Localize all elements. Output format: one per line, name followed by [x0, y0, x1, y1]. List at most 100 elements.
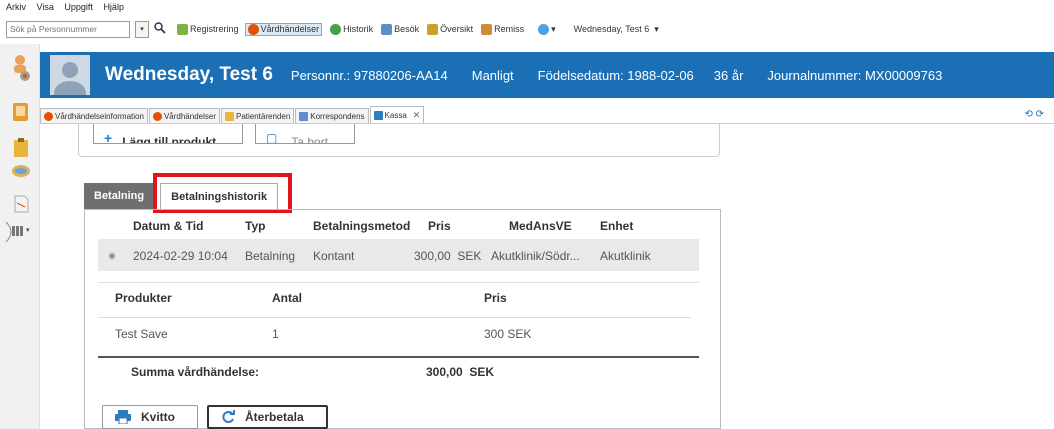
- history-icon: [330, 23, 342, 35]
- tab-label: Kassa: [384, 110, 407, 120]
- link-icon: [538, 23, 550, 35]
- cell-enhet: Akutklinik: [600, 249, 651, 263]
- divider: [98, 317, 691, 318]
- add-product-label: Lägg till produkt: [122, 135, 217, 144]
- tab-label: Patientärenden: [236, 111, 291, 121]
- window-controls-icon[interactable]: ⟲ ⟳: [1024, 109, 1044, 120]
- chevron-down-icon: ▾: [654, 23, 659, 34]
- toolbar-registrering[interactable]: Registrering: [177, 23, 239, 35]
- vardhandelse-icon: [44, 111, 53, 121]
- patient-name: Wednesday, Test 6: [105, 64, 273, 85]
- toolbar-label: Vårdhändelser: [260, 24, 320, 34]
- summary-divider: [98, 356, 699, 358]
- cash-register-icon: [373, 110, 383, 120]
- svg-text:▾: ▾: [26, 227, 30, 234]
- tab-korrespondens[interactable]: Korrespondens: [295, 108, 369, 123]
- tab-label: Vårdhändelser: [163, 111, 216, 121]
- patient-header: Wednesday, Test 6 Personnr.: 97880206-AA…: [40, 52, 1054, 98]
- close-icon[interactable]: ✕: [413, 110, 421, 121]
- products-header-antal: Antal: [272, 291, 302, 305]
- product-price: 300 SEK: [484, 327, 532, 341]
- summary-label: Summa vårdhändelse:: [131, 365, 260, 379]
- tab-betalning[interactable]: Betalning: [84, 183, 155, 209]
- col-header-pris[interactable]: Pris: [428, 219, 451, 233]
- book-icon[interactable]: [11, 102, 31, 122]
- kvitto-label: Kvitto: [141, 410, 175, 424]
- document-icon[interactable]: [11, 194, 31, 214]
- col-header-betalningsmetod[interactable]: Betalningsmetod: [313, 219, 410, 233]
- toolbar-extra-dropdown[interactable]: ▾: [538, 23, 556, 35]
- remove-button[interactable]: ▢ Ta bort: [255, 124, 355, 144]
- col-header-medansve[interactable]: MedAnsVE: [509, 219, 572, 233]
- kvitto-button[interactable]: Kvitto: [102, 405, 198, 429]
- menu-visa[interactable]: Visa: [37, 2, 54, 12]
- product-panel: + Lägg till produkt ▢ Ta bort: [78, 124, 720, 157]
- remove-label: Ta bort: [291, 135, 329, 144]
- grid-menu-icon[interactable]: ▾: [4, 220, 40, 243]
- personnummer-search-input[interactable]: [6, 20, 130, 38]
- printer-icon: [115, 410, 131, 424]
- add-product-button[interactable]: + Lägg till produkt: [93, 124, 243, 144]
- tab-kassa[interactable]: Kassa ✕: [369, 106, 425, 123]
- cell-pris: 300,00 SEK: [414, 249, 482, 263]
- vardhandelse-icon: [152, 111, 162, 121]
- journal-number: Journalnummer: MX00009763: [767, 67, 943, 83]
- cell-betalningsmetod: Kontant: [313, 249, 355, 263]
- col-header-enhet[interactable]: Enhet: [600, 219, 633, 233]
- refresh-icon: [222, 410, 235, 423]
- aterbetala-button[interactable]: Återbetala: [207, 405, 328, 429]
- menu-arkiv[interactable]: Arkiv: [6, 2, 26, 12]
- highlight-box: [153, 173, 292, 213]
- tab-label: Korrespondens: [310, 111, 365, 121]
- visit-icon: [381, 23, 393, 35]
- vardhandelse-icon: [247, 23, 259, 35]
- patient-birthdate: Födelsedatum: 1988-02-06: [537, 67, 694, 83]
- cell-datum: 2024-02-29 10:04: [133, 249, 228, 263]
- toolbar-vardhandelser[interactable]: Vårdhändelser: [244, 22, 323, 36]
- col-header-typ[interactable]: Typ: [245, 219, 265, 233]
- products-header-produkter: Produkter: [115, 291, 172, 305]
- tab-patientarenden[interactable]: Patientärenden: [221, 108, 295, 123]
- mail-icon: [299, 111, 309, 121]
- patient-icon[interactable]: [11, 54, 31, 81]
- clipboard-icon[interactable]: [11, 138, 31, 158]
- plus-icon: +: [104, 130, 113, 144]
- menu-hjalp[interactable]: Hjälp: [103, 2, 124, 12]
- patient-select-label: Wednesday, Test 6: [573, 24, 650, 34]
- product-name: Test Save: [115, 327, 168, 341]
- tab-vardhandelseinformation[interactable]: Vårdhändelseinformation: [40, 108, 148, 123]
- cell-typ: Betalning: [245, 249, 296, 263]
- search-icon[interactable]: [153, 21, 169, 37]
- toolbar-besok[interactable]: Besök: [381, 23, 420, 35]
- menu-bar: Arkiv Visa Uppgift Hjälp: [0, 0, 1054, 14]
- trash-icon: ▢: [266, 131, 278, 144]
- patient-personnr: Personnr.: 97880206-AA14: [290, 67, 448, 83]
- patient-select[interactable]: Wednesday, Test 6 ▾: [574, 24, 659, 35]
- toolbar-remiss[interactable]: Remiss: [481, 23, 525, 35]
- toolbar-label: Remiss: [494, 24, 525, 34]
- avatar: [50, 55, 90, 95]
- toolbar-historik[interactable]: Historik: [330, 23, 373, 35]
- col-header-datum[interactable]: Datum & Tid: [133, 219, 203, 233]
- chat-icon[interactable]: [11, 162, 31, 182]
- toolbar-label: Besök: [394, 24, 420, 34]
- row-radio[interactable]: [108, 252, 116, 260]
- menu-uppgift[interactable]: Uppgift: [64, 2, 93, 12]
- toolbar-label: Registrering: [190, 24, 239, 34]
- tab-vardhandelser[interactable]: Vårdhändelser: [148, 108, 220, 123]
- referral-icon: [481, 23, 493, 35]
- search-dropdown-button[interactable]: ▾: [135, 20, 149, 38]
- folder-icon: [225, 111, 234, 121]
- patient-age: 36 år: [713, 67, 744, 83]
- document-tab-strip: Vårdhändelseinformation Vårdhändelser Pa…: [40, 106, 1054, 124]
- left-sidebar: ▾: [0, 44, 40, 429]
- products-header-pris: Pris: [484, 291, 507, 305]
- pencil-icon: [177, 23, 188, 35]
- aterbetala-label: Återbetala: [245, 410, 304, 424]
- toolbar: ▾ Registrering Vårdhändelser Historik Be…: [0, 17, 1054, 41]
- patient-gender: Manligt: [471, 67, 514, 83]
- toolbar-oversikt[interactable]: Översikt: [427, 23, 473, 35]
- product-quantity: 1: [272, 327, 279, 341]
- tab-label: Vårdhändelseinformation: [55, 111, 144, 121]
- divider: [98, 282, 699, 283]
